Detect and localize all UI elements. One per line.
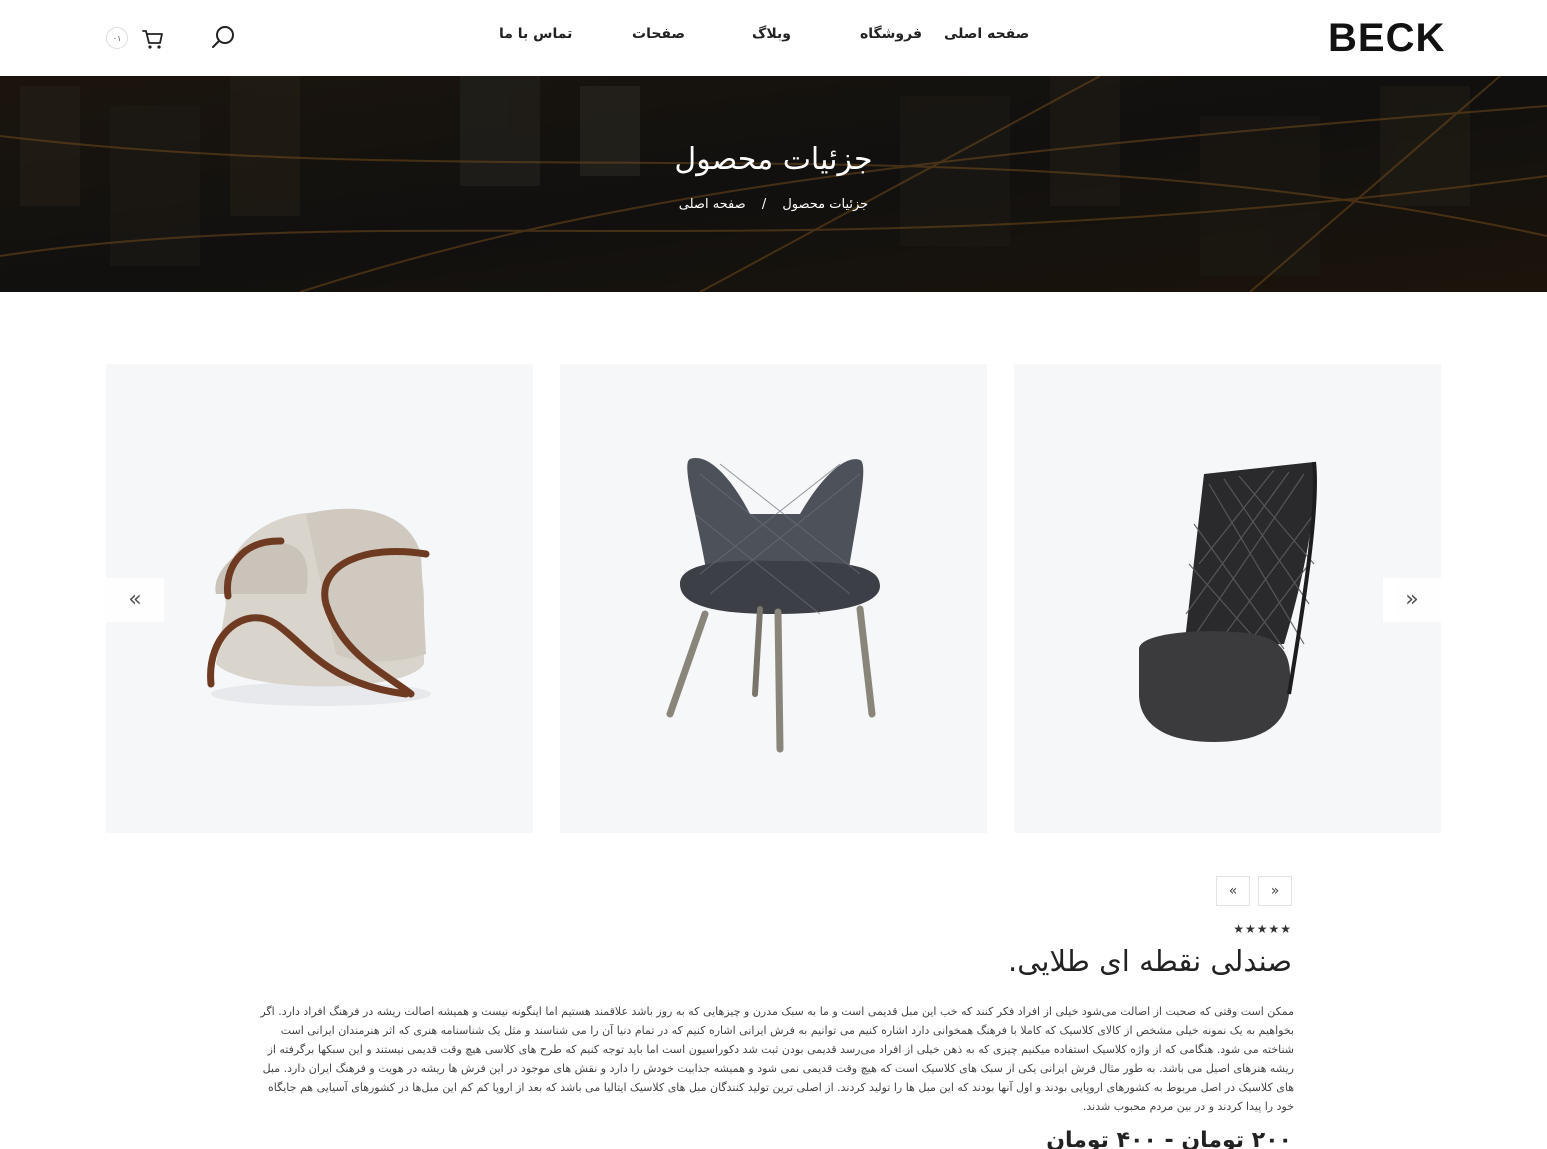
page-hero: جزئیات محصول جزئیات محصول / صفحه اصلی xyxy=(0,76,1547,292)
product-title: صندلی نقطه ای طلایی. xyxy=(1008,944,1292,978)
page-title: جزئیات محصول xyxy=(674,142,873,177)
breadcrumb-current: جزئیات محصول xyxy=(782,197,869,212)
product-image-card[interactable] xyxy=(1014,364,1441,833)
product-image-card[interactable] xyxy=(560,364,987,833)
cart-icon[interactable] xyxy=(140,26,166,52)
slider-prev-button[interactable]: « xyxy=(106,578,164,622)
nav-home[interactable]: صفحه اصلی xyxy=(944,26,1029,42)
fabric-chair-image xyxy=(666,458,880,753)
double-chevron-left-icon: « xyxy=(1228,883,1238,899)
logo[interactable]: BECK xyxy=(1328,16,1445,60)
double-chevron-right-icon: » xyxy=(1270,883,1280,899)
nav-shop[interactable]: فروشگاه xyxy=(860,26,922,42)
double-chevron-right-icon: » xyxy=(1405,587,1419,612)
product-description: ممکن است وقتی که صحبت از اصالت می‌شود خی… xyxy=(260,1005,1294,1113)
product-next-button[interactable]: » xyxy=(1258,876,1292,906)
product-image-card[interactable] xyxy=(106,364,533,833)
breadcrumb-home[interactable]: صفحه اصلی xyxy=(679,197,746,212)
nav-pages[interactable]: صفحات xyxy=(632,26,685,42)
mesh-chair-image xyxy=(1139,461,1317,742)
slider-next-button[interactable]: » xyxy=(1383,578,1441,622)
cart-count-badge: ۰۱ xyxy=(106,27,128,49)
armchair-image xyxy=(207,508,431,706)
breadcrumb-separator: / xyxy=(761,197,767,212)
site-header: BECK صفحه اصلی فروشگاه وبلاگ صفحات تماس … xyxy=(0,0,1547,76)
city-night-background xyxy=(0,76,1547,292)
rating-stars: ★★★★★ xyxy=(1233,922,1292,936)
double-chevron-left-icon: « xyxy=(128,587,142,612)
nav-blog[interactable]: وبلاگ xyxy=(752,26,791,42)
breadcrumb: جزئیات محصول / صفحه اصلی xyxy=(0,197,1547,212)
search-icon[interactable] xyxy=(208,22,238,52)
nav-contact[interactable]: تماس با ما xyxy=(499,26,572,42)
product-prev-button[interactable]: « xyxy=(1216,876,1250,906)
product-price: ۲۰۰ تومان - ۴۰۰ تومان xyxy=(1046,1128,1292,1149)
